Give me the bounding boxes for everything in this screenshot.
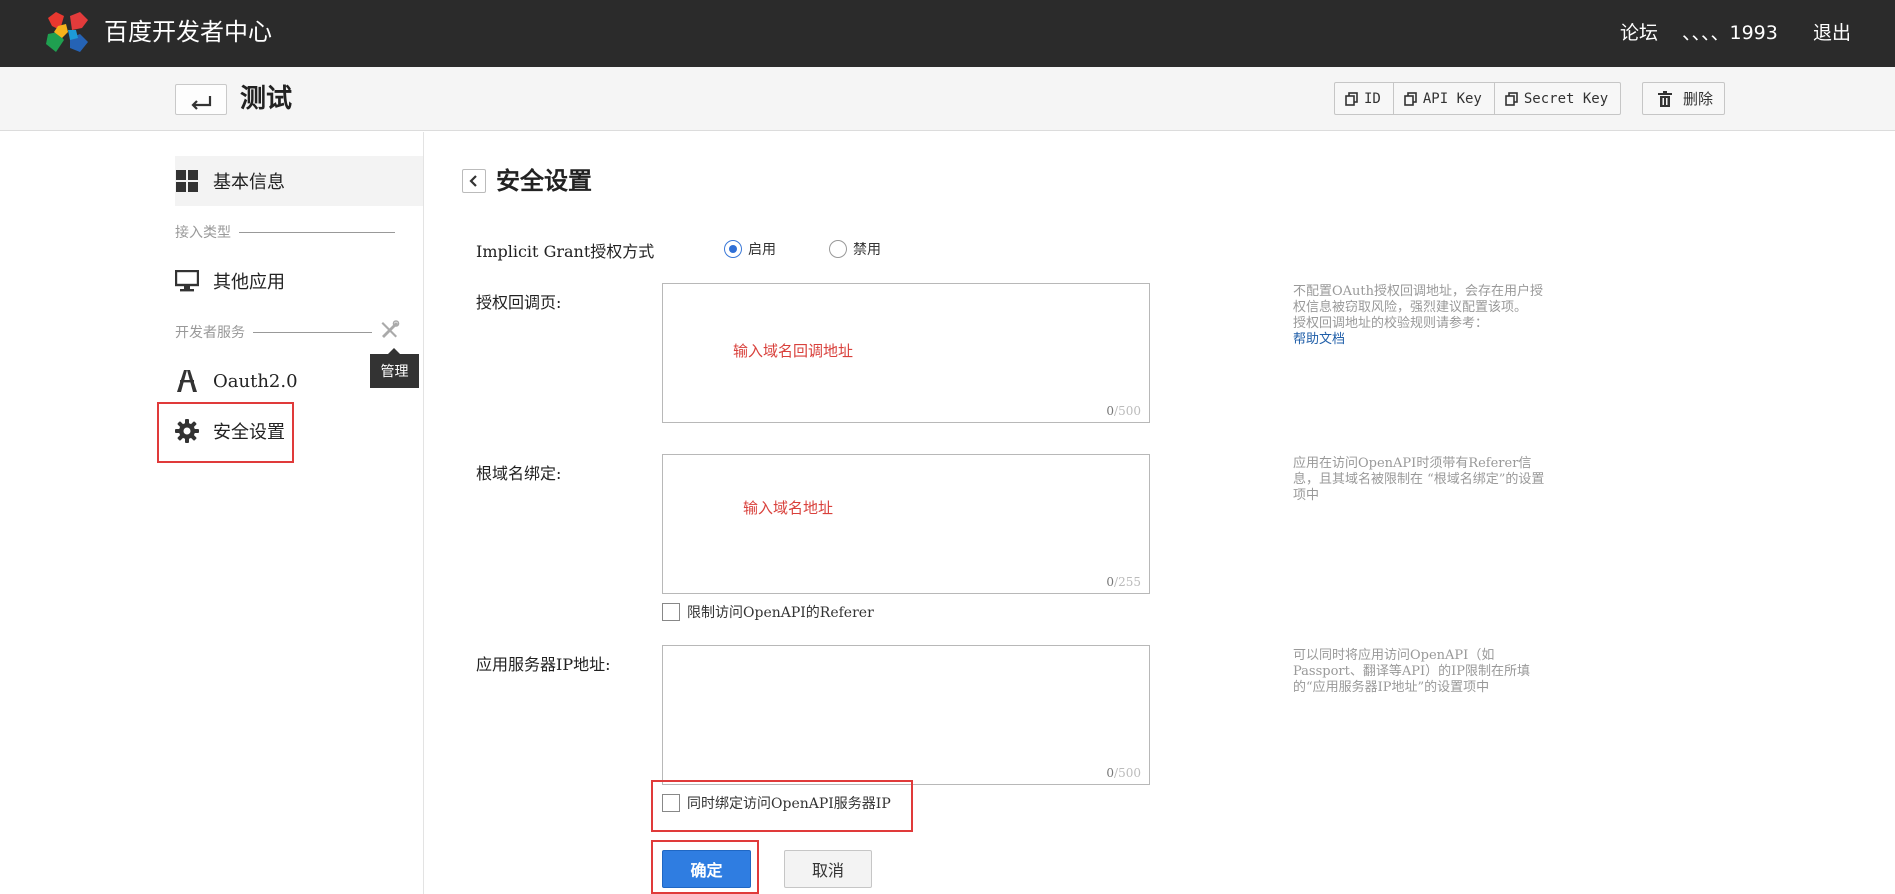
top-navbar: 百度开发者中心 论坛 、、、、1993 退出 bbox=[0, 0, 1895, 67]
char-count: 0 bbox=[1106, 766, 1115, 780]
char-counter: 0/255 bbox=[1106, 575, 1141, 589]
baidu-developer-logo-icon[interactable] bbox=[44, 12, 90, 54]
secret-key-button-label: Secret Key bbox=[1523, 90, 1609, 107]
trash-icon bbox=[1658, 90, 1672, 107]
highlight-frame-checkbox bbox=[651, 780, 913, 832]
server-ip-label: 应用服务器IP地址: bbox=[476, 655, 611, 674]
section-label: 开发者服务 bbox=[175, 325, 245, 341]
sidebar-item-basic-info[interactable]: 基本信息 bbox=[175, 165, 285, 197]
highlight-frame-confirm bbox=[651, 840, 759, 894]
tools-icon[interactable] bbox=[380, 320, 400, 340]
api-key-button-label: API Key bbox=[1422, 90, 1482, 107]
implicit-grant-label: Implicit Grant授权方式 bbox=[476, 242, 655, 261]
monitor-icon bbox=[175, 269, 199, 293]
logout-link[interactable]: 退出 bbox=[1813, 20, 1851, 46]
secret-key-button[interactable]: Secret Key bbox=[1495, 83, 1620, 114]
radio-button-checked[interactable] bbox=[724, 240, 742, 258]
checkbox-unchecked[interactable] bbox=[662, 603, 680, 621]
collapse-button[interactable] bbox=[462, 169, 486, 193]
char-max: /500 bbox=[1114, 404, 1141, 418]
delete-button-label: 删除 bbox=[1683, 90, 1714, 108]
section-developer-services: 开发者服务 bbox=[175, 322, 372, 342]
char-counter: 0/500 bbox=[1106, 404, 1141, 418]
section-title: 安全设置 bbox=[496, 167, 592, 195]
radio-enable[interactable]: 启用 bbox=[724, 239, 776, 259]
radio-button-unchecked[interactable] bbox=[829, 240, 847, 258]
divider bbox=[253, 331, 372, 333]
referer-checkbox-label: 限制访问OpenAPI的Referer bbox=[687, 605, 874, 621]
server-ip-textarea[interactable]: 0/500 bbox=[662, 645, 1150, 785]
id-button-label: ID bbox=[1364, 90, 1381, 107]
grid-icon bbox=[175, 169, 199, 193]
highlight-frame-security bbox=[157, 402, 294, 463]
callback-hint: 不配置OAuth授权回调地址，会存在用户授权信息被窃取风险，强烈建议配置该项。 … bbox=[1293, 284, 1545, 348]
callback-label: 授权回调页: bbox=[476, 293, 562, 312]
section-label: 接入类型 bbox=[175, 225, 231, 241]
app-title: 测试 bbox=[240, 84, 293, 114]
callback-placeholder: 输入域名回调地址 bbox=[733, 342, 854, 360]
char-count: 0 bbox=[1106, 575, 1115, 589]
radio-disable-label: 禁用 bbox=[853, 242, 881, 258]
sidebar-item-oauth[interactable]: Oauth2.0 bbox=[175, 365, 298, 397]
api-key-button[interactable]: API Key bbox=[1394, 83, 1495, 114]
referer-checkbox[interactable]: 限制访问OpenAPI的Referer bbox=[662, 602, 874, 622]
char-count: 0 bbox=[1106, 404, 1115, 418]
copy-icon bbox=[1345, 91, 1358, 106]
key-button-group: ID API Key Secret Key bbox=[1334, 82, 1622, 115]
sidebar-item-label: 基本信息 bbox=[213, 172, 285, 193]
back-button[interactable] bbox=[175, 84, 227, 115]
app-header: 测试 ID API Key Secret Key 删除 bbox=[0, 67, 1895, 131]
server-ip-hint: 可以同时将应用访问OpenAPI（如Passport、翻译等API）的IP限制在… bbox=[1293, 648, 1530, 695]
callback-hint-text: 不配置OAuth授权回调地址，会存在用户授权信息被窃取风险，强烈建议配置该项。 bbox=[1293, 284, 1544, 315]
char-max: /500 bbox=[1114, 766, 1141, 780]
copy-icon bbox=[1404, 91, 1417, 106]
id-button[interactable]: ID bbox=[1335, 83, 1394, 114]
cancel-button[interactable]: 取消 bbox=[784, 850, 872, 888]
domain-hint: 应用在访问OpenAPI时须带有Referer信息，且其域名被限制在 “根域名绑… bbox=[1293, 456, 1545, 503]
manage-tooltip: 管理 bbox=[370, 348, 419, 388]
sidebar-item-other-apps[interactable]: 其他应用 bbox=[175, 265, 285, 297]
delete-button[interactable]: 删除 bbox=[1642, 82, 1725, 115]
copy-icon bbox=[1505, 91, 1518, 106]
char-counter: 0/500 bbox=[1106, 766, 1141, 780]
sidebar: 基本信息 接入类型 其他应用 开发者服务 Oauth2.0 安全设置 bbox=[0, 132, 424, 894]
return-arrow-icon bbox=[191, 96, 212, 110]
domain-placeholder: 输入域名地址 bbox=[743, 499, 834, 517]
callback-textarea[interactable]: 输入域名回调地址 0/500 bbox=[662, 283, 1150, 423]
root-domain-label: 根域名绑定: bbox=[476, 464, 562, 483]
sidebar-item-label: 其他应用 bbox=[213, 272, 285, 293]
callback-hint-text-2: 授权回调地址的校验规则请参考： bbox=[1293, 316, 1489, 331]
chevron-left-icon bbox=[469, 175, 477, 187]
help-doc-link[interactable]: 帮助文档 bbox=[1293, 332, 1345, 347]
radio-enable-label: 启用 bbox=[748, 242, 776, 258]
radio-disable[interactable]: 禁用 bbox=[829, 239, 881, 259]
road-icon bbox=[175, 369, 199, 393]
root-domain-textarea[interactable]: 输入域名地址 0/255 bbox=[662, 454, 1150, 594]
sidebar-item-label: Oauth2.0 bbox=[213, 370, 298, 392]
section-access-type: 接入类型 bbox=[175, 222, 395, 242]
username-link[interactable]: 、、、、1993 bbox=[1682, 20, 1778, 46]
char-max: /255 bbox=[1114, 575, 1141, 589]
divider bbox=[239, 231, 395, 233]
brand-title[interactable]: 百度开发者中心 bbox=[104, 16, 272, 48]
forum-link[interactable]: 论坛 bbox=[1620, 20, 1658, 46]
